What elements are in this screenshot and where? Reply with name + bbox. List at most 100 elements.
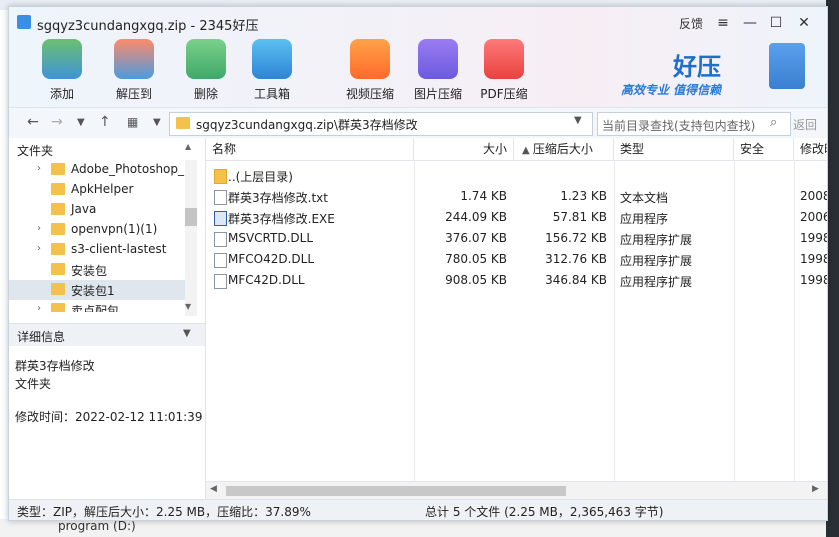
folder-icon: [51, 243, 65, 255]
tree-item-label: openvpn(1)(1): [71, 222, 158, 236]
tree-item-label: Java: [71, 202, 97, 216]
file-type: 文本文档: [620, 191, 669, 205]
folder-icon: [51, 203, 65, 215]
file-type: 应用程序: [620, 212, 669, 226]
menu-icon[interactable]: ≡: [712, 13, 734, 33]
dll-file-icon: [214, 274, 227, 289]
folder-icon: [51, 223, 65, 235]
file-size: 1.74 KB: [460, 189, 507, 203]
table-row[interactable]: 群英3存档修改.txt 1.74 KB 1.23 KB 文本文档 2008-: [206, 186, 827, 207]
folder-icon: [51, 163, 65, 175]
delete-button[interactable]: 删除: [175, 39, 237, 102]
tree-item-apkhelper[interactable]: ApkHelper: [9, 180, 185, 200]
table-row[interactable]: ..(上层目录): [206, 165, 827, 186]
archive-info: 类型：ZIP，解压后大小：2.25 MB，压缩比：37.89%: [17, 505, 311, 519]
navigation-bar: ← → ▼ ↑ ▦ ▼ sgqyz3cundangxgq.zip\群英3存档修改…: [9, 107, 827, 139]
scroll-right-icon[interactable]: ▶: [812, 484, 819, 494]
tree-item-selling-points[interactable]: › 卖点配包: [9, 300, 185, 312]
minimize-icon[interactable]: —: [739, 13, 761, 33]
expand-icon[interactable]: ›: [37, 163, 41, 174]
forward-arrow-icon[interactable]: →: [51, 114, 63, 130]
return-button[interactable]: 返回: [793, 116, 817, 133]
file-type: 应用程序扩展: [620, 233, 693, 247]
extract-button[interactable]: 解压到: [103, 39, 165, 102]
scroll-down-icon[interactable]: ▼: [185, 302, 191, 311]
toolbox-button[interactable]: 工具箱: [241, 39, 303, 102]
column-security[interactable]: 安全: [734, 138, 794, 160]
brand-name: 好压: [673, 53, 721, 81]
image-icon: [418, 39, 458, 79]
header: sgqyz3cundangxgq.zip - 2345好压 反馈 ≡ — ☐ ✕…: [9, 7, 827, 107]
table-row[interactable]: MFC42D.DLL 908.05 KB 346.84 KB 应用程序扩展 19…: [206, 270, 827, 291]
video-compress-button[interactable]: 视频压缩: [339, 39, 401, 102]
back-arrow-icon[interactable]: ←: [27, 114, 39, 130]
status-bar: 类型：ZIP，解压后大小：2.25 MB，压缩比：37.89% 总计 5 个文件…: [9, 499, 827, 520]
tree-item-installers1[interactable]: 安装包1: [9, 280, 185, 300]
path-text: sgqyz3cundangxgq.zip\群英3存档修改: [196, 118, 418, 132]
column-size[interactable]: 大小: [414, 138, 514, 160]
delete-label: 删除: [193, 87, 218, 101]
details-header[interactable]: 详细信息 ▼: [9, 323, 205, 346]
app-logo-icon: [17, 15, 31, 29]
tree-item-label: s3-client-lastest: [71, 242, 167, 256]
pdf-compress-button[interactable]: PDF压缩: [473, 39, 535, 102]
add-label: 添加: [49, 87, 74, 101]
details-title: 详细信息: [17, 330, 66, 344]
expand-icon[interactable]: ›: [37, 223, 41, 234]
path-dropdown-icon[interactable]: ▼: [574, 115, 582, 126]
column-type[interactable]: 类型: [614, 138, 734, 160]
tree-scrollbar[interactable]: [185, 160, 197, 316]
tree-item-installers[interactable]: 安装包: [9, 260, 185, 280]
file-list: 名称 大小 ▲ 压缩后大小 类型 安全 修改时 ..(上层目录) 群英3存档修改…: [206, 138, 827, 500]
text-file-icon: [214, 190, 227, 205]
collapse-icon[interactable]: ▼: [183, 328, 191, 339]
image-compress-button[interactable]: 图片压缩: [407, 39, 469, 102]
close-icon[interactable]: ✕: [793, 13, 815, 33]
feedback-link[interactable]: 反馈: [679, 15, 703, 32]
tree-item-label: Adobe_Photoshop_: [71, 162, 185, 176]
search-input[interactable]: 当前目录查找(支持包内查找) ⌕: [597, 112, 791, 136]
table-row[interactable]: 群英3存档修改.EXE 244.09 KB 57.81 KB 应用程序 2006…: [206, 207, 827, 228]
tree-scrollbar-thumb[interactable]: [185, 208, 197, 226]
scroll-left-icon[interactable]: ◀: [210, 484, 217, 494]
column-modified[interactable]: 修改时: [794, 138, 827, 160]
history-dropdown-icon[interactable]: ▼: [77, 117, 85, 128]
up-level-icon[interactable]: ↑: [99, 114, 111, 130]
left-panel: 文件夹 ▲ › Adobe_Photoshop_ ApkHelper Java …: [9, 138, 206, 499]
file-date: 2008-: [800, 189, 827, 203]
tree-item-adobe[interactable]: › Adobe_Photoshop_: [9, 160, 185, 180]
expand-icon[interactable]: ›: [37, 243, 41, 254]
video-compress-label: 视频压缩: [345, 87, 394, 101]
tree-item-label: 安装包: [71, 264, 108, 278]
column-compressed-label: 压缩后大小: [532, 142, 593, 156]
tree-item-s3client[interactable]: › s3-client-lastest: [9, 240, 185, 260]
tree-item-openvpn[interactable]: › openvpn(1)(1): [9, 220, 185, 240]
file-date: 2006-: [800, 210, 827, 224]
file-compressed-size: 1.23 KB: [560, 189, 607, 203]
view-dropdown-icon[interactable]: ▼: [153, 117, 161, 128]
path-bar[interactable]: sgqyz3cundangxgq.zip\群英3存档修改 ▼: [169, 112, 593, 136]
extract-label: 解压到: [115, 87, 152, 101]
app-window: sgqyz3cundangxgq.zip - 2345好压 反馈 ≡ — ☐ ✕…: [8, 6, 828, 521]
folder-icon: [51, 183, 65, 195]
horizontal-scrollbar[interactable]: ◀ ▶: [206, 481, 827, 500]
view-mode-icon[interactable]: ▦: [127, 115, 138, 129]
file-name: MFC42D.DLL: [228, 273, 305, 287]
tree-item-java[interactable]: Java: [9, 200, 185, 220]
file-size: 780.05 KB: [445, 252, 507, 266]
add-button[interactable]: 添加: [31, 39, 93, 102]
tree-item-label: 卖点配包: [71, 304, 120, 312]
column-compressed[interactable]: ▲ 压缩后大小: [514, 138, 614, 160]
toolbox-icon: [252, 39, 292, 79]
table-row[interactable]: MFCO42D.DLL 780.05 KB 312.76 KB 应用程序扩展 1…: [206, 249, 827, 270]
expand-icon[interactable]: ›: [37, 303, 41, 312]
maximize-icon[interactable]: ☐: [765, 13, 787, 33]
brand-slogan: 高效专业 值得信赖: [621, 83, 722, 97]
column-name[interactable]: 名称: [206, 138, 414, 160]
toolbox-label: 工具箱: [253, 87, 290, 101]
search-placeholder: 当前目录查找(支持包内查找): [602, 119, 756, 133]
search-icon[interactable]: ⌕: [770, 115, 777, 130]
scroll-up-icon[interactable]: ▲: [185, 142, 191, 151]
table-row[interactable]: MSVCRTD.DLL 376.07 KB 156.72 KB 应用程序扩展 1…: [206, 228, 827, 249]
horizontal-scrollbar-thumb[interactable]: [226, 486, 566, 496]
